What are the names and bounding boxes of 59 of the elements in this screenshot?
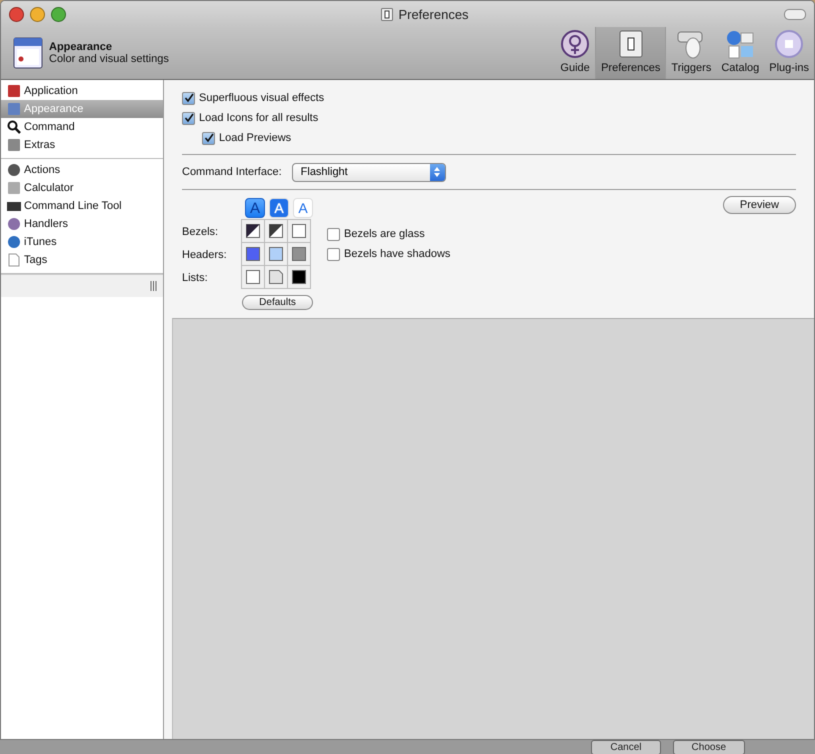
color-swatch[interactable]: [269, 247, 283, 261]
resize-grip-icon[interactable]: [150, 281, 157, 291]
sidebar-item[interactable]: Calculator: [1, 179, 163, 197]
updown-arrows-icon: [434, 167, 440, 177]
interface-dropdown[interactable]: Flashlight: [292, 162, 446, 182]
document-icon: [7, 253, 21, 267]
color-swatch[interactable]: [292, 270, 306, 284]
switch-icon: [381, 8, 394, 20]
toolbar-item[interactable]: Guide: [555, 27, 596, 79]
field-label: Command Interface:: [182, 166, 282, 178]
preview-button[interactable]: Preview: [722, 196, 796, 214]
checkbox[interactable]: [202, 132, 215, 144]
toolbar-item[interactable]: Catalog: [716, 27, 764, 79]
toolbar-item[interactable]: Plug-ins: [764, 27, 814, 79]
checkbox-label: Superfluous visual effects: [199, 92, 324, 104]
dialog-button[interactable]: Cancel: [591, 740, 661, 754]
row-label: Bezels:: [182, 226, 220, 238]
color-swatch[interactable]: [269, 270, 283, 284]
sidebar-item[interactable]: Command: [1, 118, 163, 136]
toolbar-item[interactable]: Triggers: [666, 27, 716, 79]
checkbox[interactable]: [327, 248, 340, 260]
pane-subtitle: Color and visual settings: [49, 53, 170, 65]
sidebar-item[interactable]: Command Line Tool: [1, 197, 163, 215]
close-button[interactable]: [9, 6, 24, 22]
checkbox[interactable]: [182, 92, 195, 104]
row-label: Lists:: [182, 272, 209, 284]
zoom-button[interactable]: [51, 6, 66, 22]
venus-icon: [560, 29, 590, 59]
checkbox[interactable]: [327, 228, 340, 240]
sidebar-item[interactable]: Handlers: [1, 215, 163, 233]
color-swatch[interactable]: [246, 270, 260, 284]
toolbar-item[interactable]: Preferences: [595, 27, 666, 79]
font-style-button[interactable]: A: [269, 198, 289, 218]
sidebar-item[interactable]: Tags: [1, 251, 163, 269]
sidebar-item[interactable]: Actions: [1, 161, 163, 179]
checkbox-label: Bezels have shadows: [344, 248, 450, 260]
sidebar-item[interactable]: iTunes: [1, 233, 163, 251]
checkbox-label: Load Previews: [219, 132, 292, 144]
color-swatch[interactable]: [292, 247, 306, 261]
row-label: Headers:: [182, 248, 228, 260]
checkbox-label: Bezels are glass: [344, 228, 425, 240]
sidebar-item[interactable]: Extras: [1, 136, 163, 154]
window-title: Preferences: [398, 6, 469, 22]
defaults-button[interactable]: Defaults: [242, 295, 313, 310]
color-swatch[interactable]: [269, 224, 283, 238]
terminal-icon: [7, 199, 21, 213]
sidebar-item[interactable]: Application: [1, 82, 163, 100]
checkbox[interactable]: [182, 112, 195, 124]
color-swatch[interactable]: [292, 224, 306, 238]
checkbox-label: Load Icons for all results: [199, 112, 318, 124]
font-style-button[interactable]: A: [293, 198, 313, 218]
color-swatch[interactable]: [246, 247, 260, 261]
pane-title: Appearance: [49, 41, 113, 53]
minimize-button[interactable]: [30, 6, 45, 22]
globe-folder-icon: [725, 29, 756, 59]
dialog-button[interactable]: Choose: [672, 740, 745, 754]
color-swatch[interactable]: [246, 224, 260, 238]
toolbar-toggle-button[interactable]: [784, 8, 806, 20]
search-icon: [7, 120, 21, 134]
